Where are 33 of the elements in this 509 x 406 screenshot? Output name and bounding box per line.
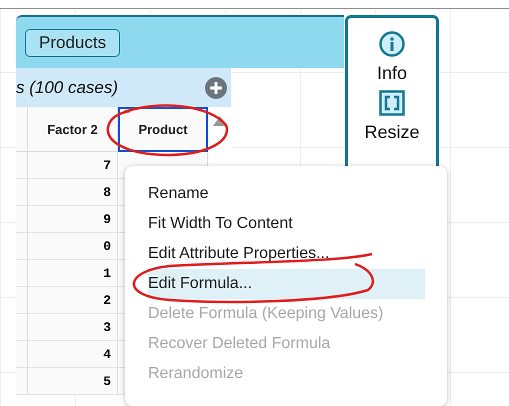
plus-icon[interactable]: [205, 76, 227, 98]
table-cell: [16, 233, 28, 260]
table-cell: [16, 260, 28, 287]
table-cell: [16, 206, 28, 233]
table-cell: 8: [28, 179, 118, 206]
column-header: [16, 107, 28, 152]
resize-icon[interactable]: [379, 90, 405, 116]
column-header[interactable]: Product: [118, 107, 208, 152]
tool-label: Resize: [364, 122, 420, 143]
table-cell: 7: [28, 152, 118, 179]
tool-label: Info: [376, 63, 408, 84]
menu-item[interactable]: Edit Formula...: [148, 269, 425, 299]
triangle-icon[interactable]: [212, 116, 226, 126]
column-header[interactable]: Factor 2: [28, 107, 118, 152]
table-title[interactable]: Products: [25, 28, 120, 56]
table-cell: 9: [28, 206, 118, 233]
menu-item[interactable]: Edit Attribute Properties...: [148, 239, 425, 269]
info-icon[interactable]: [379, 31, 405, 57]
table-cell: 5: [28, 368, 118, 395]
table-cell: [16, 314, 28, 341]
table-cell: [16, 341, 28, 368]
table-cell: 3: [28, 314, 118, 341]
menu-item[interactable]: Rename: [148, 179, 425, 209]
menu-item[interactable]: Fit Width To Content: [148, 209, 425, 239]
table-cell: 4: [28, 341, 118, 368]
table-cell: [16, 368, 28, 395]
table-cell: 2: [28, 287, 118, 314]
table-cell: 1: [28, 260, 118, 287]
table-cell: 0: [28, 233, 118, 260]
table-cell: [16, 179, 28, 206]
collection-title: s (100 cases): [16, 78, 118, 98]
table-cell: [16, 287, 28, 314]
table-cell: [16, 152, 28, 179]
